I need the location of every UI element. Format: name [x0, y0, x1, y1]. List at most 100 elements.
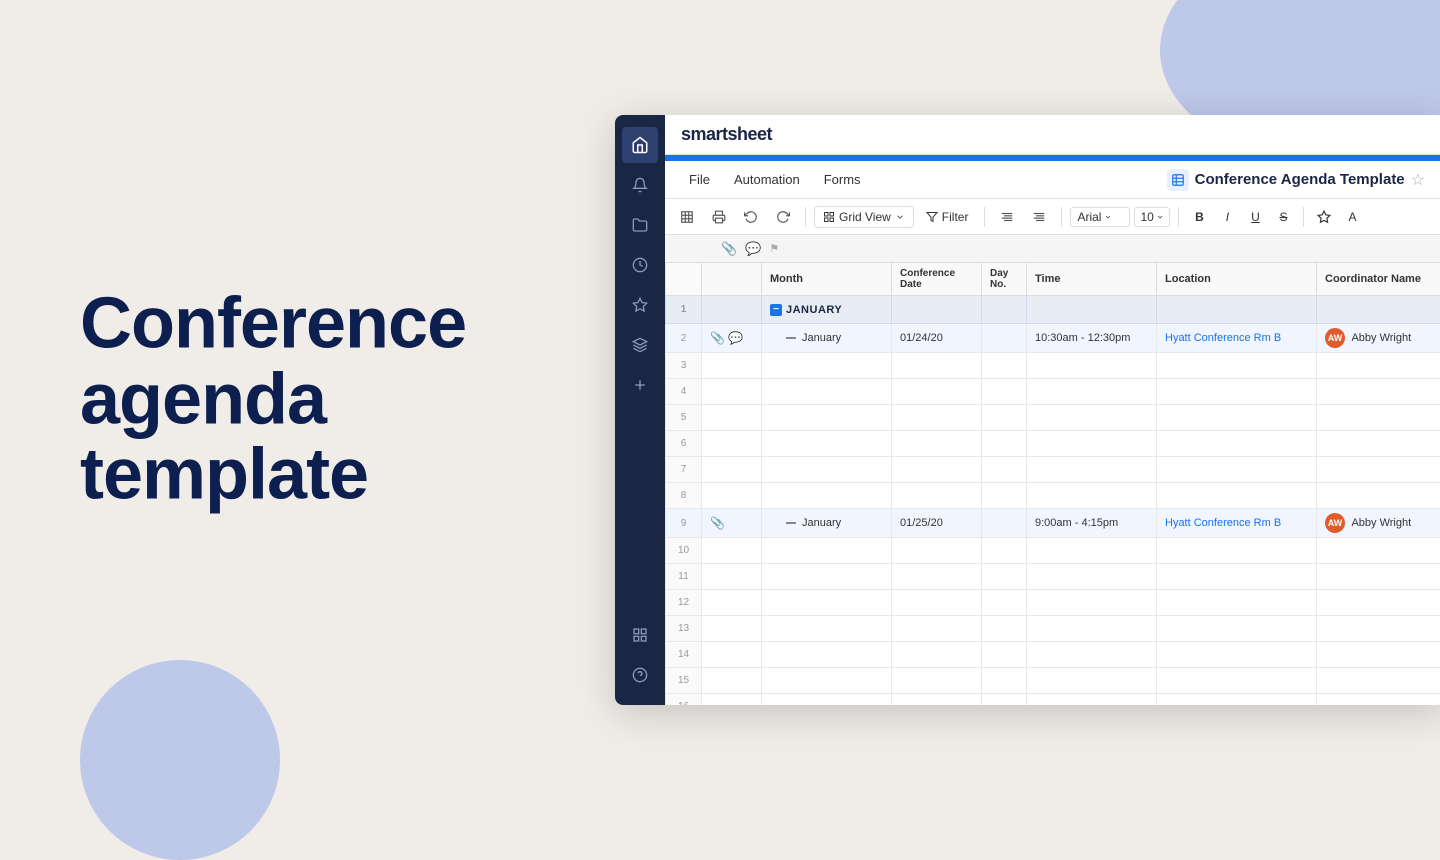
- doc-title: Conference Agenda Template: [1195, 171, 1405, 188]
- toolbar-redo-btn[interactable]: [769, 203, 797, 231]
- coordinator-cell[interactable]: AW Abby Wright: [1317, 324, 1440, 353]
- toolbar-divider-5: [1303, 207, 1304, 227]
- row-num: 16: [666, 694, 702, 706]
- table-row: 9 📎 January 01/25/20: [666, 509, 1440, 538]
- location-cell[interactable]: Hyatt Conference Rm B: [1157, 509, 1317, 538]
- day-no-cell[interactable]: [982, 324, 1027, 353]
- row-num: 11: [666, 564, 702, 590]
- col-header-month[interactable]: Month: [762, 263, 892, 296]
- sub-indicator: [786, 522, 796, 524]
- page-title: Conference agenda template: [80, 287, 540, 514]
- avatar: AW: [1325, 513, 1345, 533]
- col-header-time[interactable]: Time: [1027, 263, 1157, 296]
- sub-indicator: [786, 337, 796, 339]
- table-row: 7: [666, 457, 1440, 483]
- row-icons-header: 📎 💬 ⚑: [665, 235, 1440, 263]
- row-num: 9: [666, 509, 702, 538]
- col-header-location[interactable]: Location: [1157, 263, 1317, 296]
- toolbar-divider-2: [984, 207, 985, 227]
- row-num: 7: [666, 457, 702, 483]
- table-row: 4: [666, 379, 1440, 405]
- toolbar: Grid View Filter: [665, 199, 1440, 235]
- menu-automation[interactable]: Automation: [722, 168, 812, 191]
- toolbar-indent-btn[interactable]: [993, 203, 1021, 231]
- time-cell[interactable]: 10:30am - 12:30pm: [1027, 324, 1157, 353]
- deco-circle-bottom-left: [80, 660, 280, 860]
- location-link[interactable]: Hyatt Conference Rm B: [1165, 332, 1281, 344]
- sidebar-item-browse[interactable]: [622, 207, 658, 243]
- collapse-icon[interactable]: −: [770, 304, 782, 316]
- conf-date-cell[interactable]: 01/25/20: [892, 509, 982, 538]
- row-num: 8: [666, 483, 702, 509]
- location-cell[interactable]: Hyatt Conference Rm B: [1157, 324, 1317, 353]
- month-cell[interactable]: January: [762, 324, 892, 353]
- sidebar-item-notifications[interactable]: [622, 167, 658, 203]
- row-num: 5: [666, 405, 702, 431]
- col-header-rownum: [666, 263, 702, 296]
- spreadsheet: 📎 💬 ⚑: [665, 235, 1440, 705]
- month-cell[interactable]: January: [762, 509, 892, 538]
- table-row: 11: [666, 564, 1440, 590]
- filter-btn[interactable]: Filter: [918, 207, 977, 227]
- table-row: 8: [666, 483, 1440, 509]
- size-dropdown[interactable]: 10: [1134, 207, 1170, 227]
- left-content: Conference agenda template: [80, 287, 540, 514]
- menu-forms[interactable]: Forms: [812, 168, 873, 191]
- sidebar-item-home[interactable]: [622, 127, 658, 163]
- app-logo: smartsheet: [681, 124, 772, 145]
- underline-btn[interactable]: U: [1243, 205, 1267, 229]
- toolbar-undo-btn[interactable]: [737, 203, 765, 231]
- conf-date-cell[interactable]: 01/24/20: [892, 324, 982, 353]
- sidebar-item-launcher[interactable]: [622, 617, 658, 653]
- row-num: 13: [666, 616, 702, 642]
- col-header-day-no[interactable]: Day No.: [982, 263, 1027, 296]
- bold-btn[interactable]: B: [1187, 205, 1211, 229]
- table-row: 6: [666, 431, 1440, 457]
- sidebar: [615, 115, 665, 705]
- row-num: 4: [666, 379, 702, 405]
- coordinator-cell[interactable]: AW Abby Wright: [1317, 509, 1440, 538]
- table-row: 2 📎 💬 January 01/24/2: [666, 324, 1440, 353]
- comment-icon[interactable]: 💬: [728, 331, 743, 345]
- location-link[interactable]: Hyatt Conference Rm B: [1165, 517, 1281, 529]
- toolbar-divider-1: [805, 207, 806, 227]
- month-cell[interactable]: − JANUARY: [762, 296, 892, 324]
- sidebar-item-create[interactable]: [622, 367, 658, 403]
- day-no-cell[interactable]: [982, 509, 1027, 538]
- sidebar-item-favorites[interactable]: [622, 287, 658, 323]
- toolbar-outdent-btn[interactable]: [1025, 203, 1053, 231]
- star-icon[interactable]: ☆: [1411, 170, 1425, 190]
- sidebar-item-workspaces[interactable]: [622, 327, 658, 363]
- time-cell[interactable]: 9:00am - 4:15pm: [1027, 509, 1157, 538]
- highlight-color-btn[interactable]: [1312, 205, 1336, 229]
- avatar: AW: [1325, 328, 1345, 348]
- font-dropdown[interactable]: Arial: [1070, 207, 1130, 227]
- text-color-btn[interactable]: A: [1340, 205, 1364, 229]
- toolbar-print-icon[interactable]: [705, 203, 733, 231]
- table-row: 14: [666, 642, 1440, 668]
- toolbar-divider-4: [1178, 207, 1179, 227]
- table-row: 3: [666, 353, 1440, 379]
- sidebar-item-help[interactable]: [622, 657, 658, 693]
- toolbar-grid-icon[interactable]: [673, 203, 701, 231]
- menu-file[interactable]: File: [677, 168, 722, 191]
- row-num: 6: [666, 431, 702, 457]
- toolbar-divider-3: [1061, 207, 1062, 227]
- col-header-icons: [702, 263, 762, 296]
- strikethrough-btn[interactable]: S: [1271, 205, 1295, 229]
- grid-view-dropdown[interactable]: Grid View: [814, 206, 914, 228]
- attachment-icon[interactable]: 📎: [710, 516, 725, 530]
- row-num: 3: [666, 353, 702, 379]
- col-header-conf-date[interactable]: Conference Date: [892, 263, 982, 296]
- table-row: 16: [666, 694, 1440, 706]
- app-header: smartsheet: [665, 115, 1440, 155]
- table-row: 13: [666, 616, 1440, 642]
- attachment-icon[interactable]: 📎: [710, 331, 725, 345]
- table-row: 15: [666, 668, 1440, 694]
- sidebar-item-recent[interactable]: [622, 247, 658, 283]
- italic-btn[interactable]: I: [1215, 205, 1239, 229]
- table-row: 10: [666, 538, 1440, 564]
- col-header-coordinator[interactable]: Coordinator Name: [1317, 263, 1440, 296]
- app-container: smartsheet File Automation Forms: [615, 115, 1440, 705]
- row-icons-cell: 📎: [702, 509, 762, 538]
